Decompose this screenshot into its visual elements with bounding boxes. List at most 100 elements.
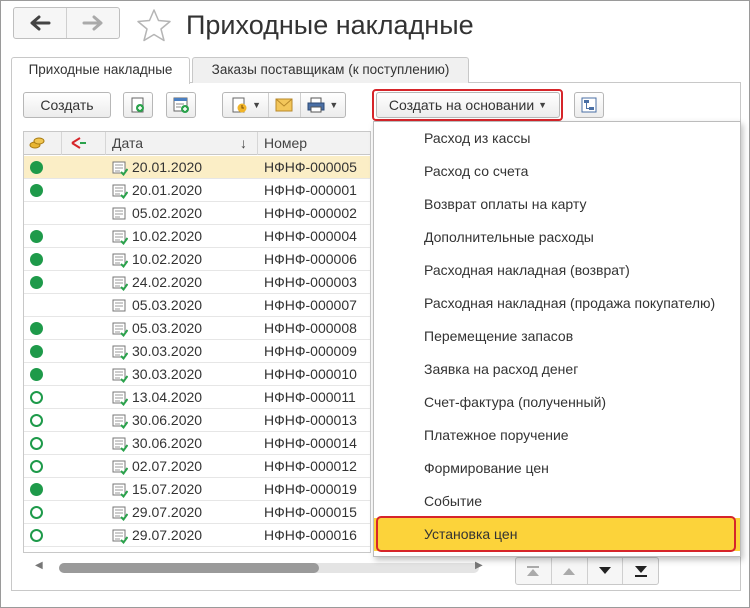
- menu-item[interactable]: Расход из кассы: [374, 122, 740, 155]
- table-row[interactable]: 30.06.2020 НФНФ-000013: [24, 409, 370, 432]
- copy-button[interactable]: [123, 92, 153, 118]
- menu-item[interactable]: Событие: [374, 485, 740, 518]
- menu-item[interactable]: Возврат оплаты на карту: [374, 188, 740, 221]
- report-button[interactable]: ▼: [223, 93, 268, 117]
- menu-item[interactable]: Перемещение запасов: [374, 320, 740, 353]
- column-number[interactable]: Номер: [258, 132, 370, 155]
- chevron-down-icon: ▼: [252, 100, 262, 110]
- table-row[interactable]: 20.01.2020 НФНФ-000001: [24, 179, 370, 202]
- document-icon: [112, 437, 128, 452]
- number-cell: НФНФ-000008: [264, 320, 357, 336]
- document-icon: [112, 299, 126, 312]
- document-icon: [112, 391, 128, 406]
- document-icon: [112, 529, 128, 544]
- tab-incoming-invoices[interactable]: Приходные накладные: [11, 57, 190, 84]
- first-page-icon: [527, 566, 540, 576]
- table-header: Дата ↓ Номер: [24, 132, 370, 155]
- date-cell: 29.07.2020: [132, 504, 203, 520]
- table-row[interactable]: 20.01.2020 НФНФ-000005: [24, 156, 370, 179]
- date-cell: 02.07.2020: [132, 458, 203, 474]
- report-icon: [232, 97, 247, 113]
- go-down-button[interactable]: [586, 558, 623, 584]
- print-button[interactable]: ▼: [299, 93, 345, 117]
- structure-button[interactable]: [574, 92, 604, 118]
- table-row[interactable]: 05.03.2020 НФНФ-000008: [24, 317, 370, 340]
- date-cell: 24.02.2020: [132, 274, 203, 290]
- document-icon: [112, 460, 128, 475]
- mail-icon: [275, 98, 293, 112]
- table-row[interactable]: 30.03.2020 НФНФ-000010: [24, 363, 370, 386]
- table-row[interactable]: 15.07.2020 НФНФ-000019: [24, 478, 370, 501]
- page-down-icon: [598, 567, 611, 574]
- document-icon: [112, 322, 128, 337]
- document-icon: [112, 414, 128, 429]
- posted-status-icon: [30, 184, 43, 197]
- menu-item[interactable]: Платежное поручение: [374, 419, 740, 452]
- branch-icon: [71, 137, 86, 149]
- document-icon: [112, 276, 128, 291]
- date-cell: 13.04.2020: [132, 389, 203, 405]
- table-row[interactable]: 05.03.2020 НФНФ-000007: [24, 294, 370, 317]
- column-links[interactable]: [62, 132, 106, 155]
- column-status[interactable]: [24, 132, 62, 155]
- table-row[interactable]: 29.07.2020 НФНФ-000015: [24, 501, 370, 524]
- table-row[interactable]: 13.04.2020 НФНФ-000011: [24, 386, 370, 409]
- scroll-left-icon[interactable]: ◀: [35, 560, 43, 571]
- table-row[interactable]: 29.07.2020 НФНФ-000016: [24, 524, 370, 547]
- go-first-button[interactable]: [516, 558, 551, 584]
- tab-supplier-orders[interactable]: Заказы поставщикам (к поступлению): [192, 57, 469, 83]
- go-up-button[interactable]: [550, 558, 587, 584]
- create-button[interactable]: Создать: [23, 92, 111, 118]
- favorite-button[interactable]: [135, 7, 173, 43]
- document-icon: [112, 207, 126, 220]
- date-cell: 10.02.2020: [132, 251, 203, 267]
- go-last-button[interactable]: [622, 558, 658, 584]
- table-row[interactable]: 10.02.2020 НФНФ-000004: [24, 225, 370, 248]
- document-icon: [112, 483, 128, 498]
- menu-item[interactable]: Дополнительные расходы: [374, 221, 740, 254]
- date-cell: 29.07.2020: [132, 527, 203, 543]
- scroll-right-icon[interactable]: ▶: [475, 560, 483, 571]
- table-row[interactable]: 02.07.2020 НФНФ-000012: [24, 455, 370, 478]
- menu-item[interactable]: Формирование цен: [374, 452, 740, 485]
- menu-item[interactable]: Расходная накладная (продажа покупателю): [374, 287, 740, 320]
- back-button[interactable]: [14, 8, 66, 38]
- documents-table[interactable]: Дата ↓ Номер 20.01.2020 НФНФ-000005 20.01.…: [23, 131, 371, 553]
- scroll-thumb[interactable]: [59, 563, 319, 573]
- unposted-status-icon: [30, 414, 43, 427]
- menu-item[interactable]: Расход со счета: [374, 155, 740, 188]
- number-cell: НФНФ-000001: [264, 182, 357, 198]
- number-cell: НФНФ-000006: [264, 251, 357, 267]
- window: Приходные накладные Приходные накладные …: [0, 0, 750, 608]
- date-cell: 30.03.2020: [132, 343, 203, 359]
- add-list-icon: [173, 97, 189, 113]
- date-cell: 20.01.2020: [132, 182, 203, 198]
- page-title: Приходные накладные: [186, 10, 474, 40]
- date-cell: 05.02.2020: [132, 205, 203, 221]
- list-navigation: [515, 557, 659, 585]
- mail-button[interactable]: [268, 93, 300, 117]
- menu-item[interactable]: Счет-фактура (полученный): [374, 386, 740, 419]
- number-cell: НФНФ-000004: [264, 228, 357, 244]
- table-row[interactable]: 05.02.2020 НФНФ-000002: [24, 202, 370, 225]
- menu-item[interactable]: Заявка на расход денег: [374, 353, 740, 386]
- posted-status-icon: [30, 161, 43, 174]
- number-cell: НФНФ-000010: [264, 366, 357, 382]
- posted-status-icon: [30, 276, 43, 289]
- column-date[interactable]: Дата ↓: [106, 132, 258, 155]
- table-row[interactable]: 10.02.2020 НФНФ-000006: [24, 248, 370, 271]
- document-structure-icon: [581, 97, 597, 113]
- number-cell: НФНФ-000016: [264, 527, 357, 543]
- number-cell: НФНФ-000005: [264, 159, 357, 175]
- add-list-button[interactable]: [166, 92, 196, 118]
- document-icon: [112, 506, 128, 521]
- forward-button[interactable]: [66, 8, 119, 38]
- toolbar-group: ▼ ▼: [222, 92, 346, 118]
- menu-item[interactable]: Расходная накладная (возврат): [374, 254, 740, 287]
- horizontal-scrollbar[interactable]: ◀ ▶: [23, 557, 493, 579]
- date-cell: 10.02.2020: [132, 228, 203, 244]
- table-row[interactable]: 24.02.2020 НФНФ-000003: [24, 271, 370, 294]
- date-cell: 15.07.2020: [132, 481, 203, 497]
- table-row[interactable]: 30.03.2020 НФНФ-000009: [24, 340, 370, 363]
- table-row[interactable]: 30.06.2020 НФНФ-000014: [24, 432, 370, 455]
